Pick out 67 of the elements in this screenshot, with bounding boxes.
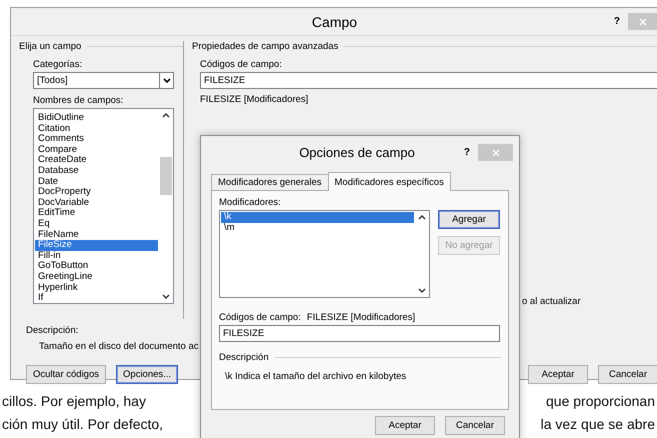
- list-item[interactable]: \k: [221, 212, 414, 223]
- list-item[interactable]: EditTime: [35, 208, 158, 219]
- list-item[interactable]: BidiOutline: [35, 113, 158, 124]
- category-dropdown[interactable]: [Todos]: [33, 72, 174, 89]
- list-item[interactable]: Date: [35, 176, 158, 188]
- list-item[interactable]: DocVariable: [35, 198, 158, 208]
- close-button[interactable]: [478, 144, 513, 161]
- dialog-title: Opciones de campo: [299, 145, 415, 160]
- ok-button[interactable]: Aceptar: [528, 365, 588, 384]
- list-item[interactable]: Comments: [35, 134, 158, 145]
- cancel-button[interactable]: Cancelar: [598, 365, 657, 384]
- close-icon: [639, 18, 647, 26]
- list-item[interactable]: Citation: [35, 124, 158, 134]
- tab[interactable]: Modificadores generales: [211, 174, 329, 190]
- list-item[interactable]: \m: [221, 222, 414, 234]
- syntax-text: FILESIZE [Modificadores]: [200, 94, 310, 105]
- body-text: la vez que se abre: [540, 416, 655, 432]
- description-label: Descripción:: [26, 325, 78, 336]
- body-text: cillos. Por ejemplo, hay: [2, 392, 146, 408]
- ok-button[interactable]: Aceptar: [375, 416, 435, 435]
- list-item[interactable]: Fill-in: [35, 250, 158, 262]
- description-text: \k Indica el tamaño del archivo en kilobytes: [225, 371, 408, 382]
- list-item[interactable]: Database: [35, 166, 158, 177]
- body-text: ción muy útil. Por defecto,: [2, 416, 164, 432]
- chevron-down-icon: [162, 78, 170, 84]
- field-label: Nombres de campos:: [33, 95, 124, 106]
- list-item[interactable]: DocProperty: [35, 187, 158, 198]
- chevron-up-icon[interactable]: [162, 112, 170, 118]
- close-icon: [492, 148, 500, 156]
- dropdown-value: [Todos]: [37, 75, 68, 86]
- field-codes-input[interactable]: FILESIZE: [200, 72, 657, 89]
- field-label: Códigos de campo:: [200, 59, 283, 70]
- option-label: o al actualizar: [522, 296, 581, 307]
- field-names-list[interactable]: BidiOutline Citation Comments Compare CreateDate Database Date DocProperty DocVariable EditTime Eq FileName FileSize Fill-in GoToButton GreetingLine Hyperlink If: [33, 108, 174, 304]
- field-label: Categorías:: [33, 59, 84, 70]
- switches-list[interactable]: \k \m: [219, 210, 430, 298]
- list-item[interactable]: Eq: [35, 218, 158, 230]
- group-heading: Propiedades de campo avanzadas: [192, 41, 657, 52]
- body-text: que proporcionan: [546, 392, 655, 408]
- list-item[interactable]: Hyperlink: [35, 282, 158, 294]
- list-item[interactable]: Compare: [35, 144, 158, 156]
- scrollbar-thumb[interactable]: [160, 157, 172, 195]
- tab[interactable]: Modificadores específicos: [328, 172, 451, 191]
- chevron-up-icon[interactable]: [418, 214, 426, 220]
- chevron-down-icon[interactable]: [162, 294, 170, 300]
- list-item[interactable]: CreateDate: [35, 155, 158, 166]
- chevron-down-icon[interactable]: [418, 288, 426, 294]
- list-item[interactable]: FileName: [35, 230, 158, 240]
- list-item[interactable]: GreetingLine: [35, 272, 158, 282]
- group-heading: Elija un campo: [19, 41, 183, 52]
- description-text: Tamaño en el disco del documento ac: [39, 341, 198, 352]
- group-heading: Descripción: [219, 352, 501, 363]
- list-item[interactable]: If: [35, 293, 158, 304]
- add-button[interactable]: Agregar: [438, 210, 500, 229]
- syntax-text: FILESIZE [Modificadores]: [306, 312, 416, 323]
- cancel-button[interactable]: Cancelar: [445, 416, 505, 435]
- window-title: Campo: [312, 14, 358, 30]
- field-label: Códigos de campo:: [219, 312, 301, 323]
- help-button[interactable]: ?: [614, 16, 620, 27]
- help-button[interactable]: ?: [464, 147, 470, 158]
- hide-codes-button[interactable]: Ocultar códigos: [26, 365, 106, 384]
- field-label: Modificadores:: [219, 197, 282, 208]
- list-item[interactable]: FileSize: [35, 240, 158, 251]
- field-codes-input[interactable]: FILESIZE: [219, 325, 500, 342]
- close-button[interactable]: [628, 13, 657, 30]
- options-button[interactable]: Opciones...: [116, 365, 178, 384]
- list-item[interactable]: GoToButton: [35, 261, 158, 272]
